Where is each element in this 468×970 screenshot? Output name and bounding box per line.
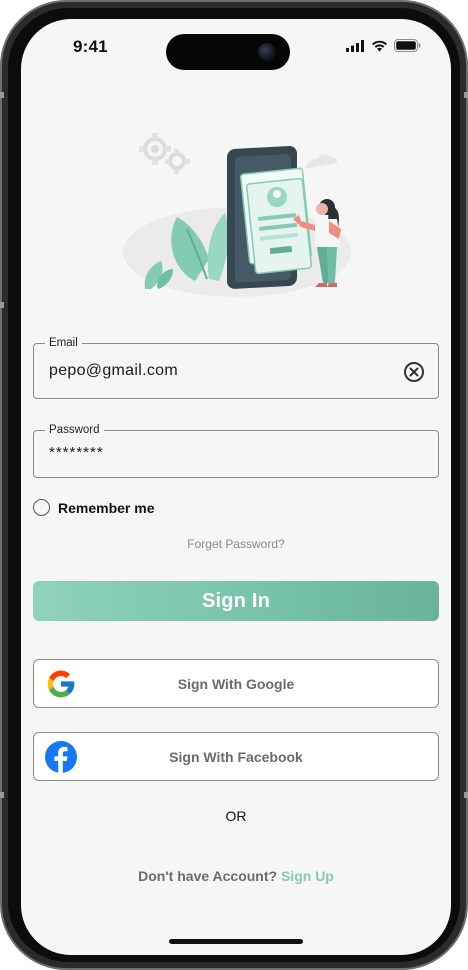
cloud-icon [305, 154, 337, 169]
side-button [464, 92, 468, 98]
screen: 9:41 Email pepo@gmail.com Password *****… [21, 19, 451, 955]
remember-me-radio[interactable] [33, 499, 50, 516]
sign-in-button[interactable]: Sign In [33, 581, 439, 621]
email-input-value[interactable]: pepo@gmail.com [49, 362, 178, 380]
forgot-password-link[interactable]: Forget Password? [21, 537, 451, 551]
password-label: Password [45, 423, 104, 437]
google-sign-in-button[interactable]: Sign With Google [33, 659, 439, 708]
cellular-signal-icon [346, 39, 364, 52]
side-button [0, 92, 4, 98]
or-divider-text: OR [225, 808, 247, 824]
signup-link[interactable]: Sign Up [281, 868, 334, 884]
password-input-value[interactable]: ******** [49, 444, 104, 461]
login-illustration [117, 119, 357, 304]
battery-icon [394, 39, 421, 52]
password-field[interactable]: Password ******** [33, 423, 439, 478]
email-label: Email [45, 336, 82, 350]
google-button-label: Sign With Google [177, 675, 295, 692]
camera-icon [258, 43, 276, 61]
side-button [464, 792, 468, 798]
side-button [0, 302, 4, 308]
remember-me[interactable]: Remember me [33, 499, 155, 516]
signup-prompt: Don't have Account? [138, 868, 278, 884]
phone-frame: 9:41 Email pepo@gmail.com Password *****… [0, 0, 468, 970]
clear-icon[interactable] [403, 361, 425, 383]
email-field[interactable]: Email pepo@gmail.com [33, 336, 439, 399]
side-button [0, 792, 4, 798]
status-icons [346, 39, 421, 52]
dynamic-island [166, 34, 290, 70]
facebook-button-label: Sign With Facebook [169, 748, 303, 765]
status-time: 9:41 [73, 37, 108, 56]
signup-row: Don't have Account? Sign Up [21, 868, 451, 884]
remember-me-label: Remember me [58, 499, 155, 516]
facebook-sign-in-button[interactable]: Sign With Facebook [33, 732, 439, 781]
wifi-icon [372, 40, 387, 51]
home-indicator[interactable] [169, 939, 303, 944]
